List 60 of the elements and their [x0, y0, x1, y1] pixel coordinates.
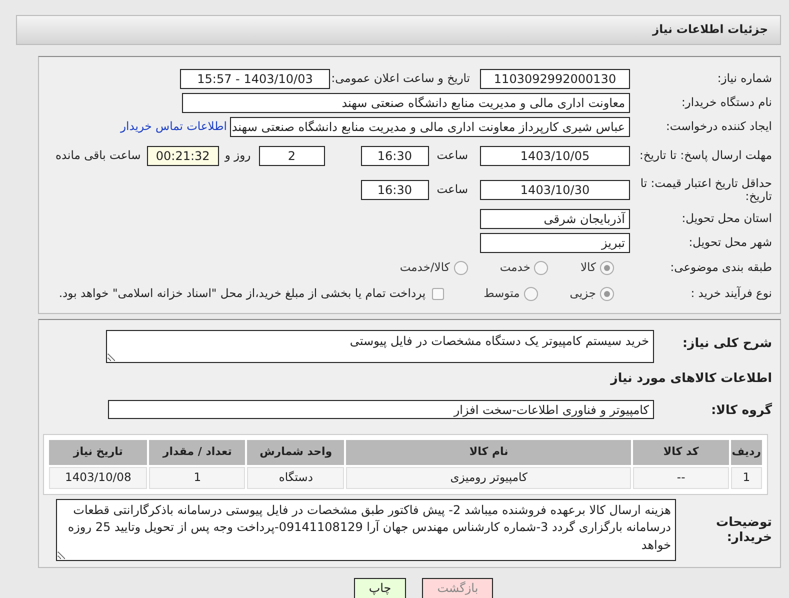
field-label: استان محل تحویل: — [680, 212, 772, 226]
field-label: نوع فرآیند خرید : — [690, 287, 772, 301]
field-label: طبقه بندی موضوعی: — [669, 261, 772, 275]
text-area[interactable]: خرید سیستم کامپیوتر یک دستگاه مشخصات در فایل پیوستی — [106, 330, 654, 363]
field-label: شرح کلی نیاز: — [682, 334, 772, 350]
table-cell: -- — [633, 466, 729, 489]
input-field: آذربایجان شرقی — [480, 209, 630, 229]
column-header: تاریخ نیاز — [49, 440, 148, 465]
field-label: حداقل تاریخ اعتبار قیمت: تا تاریخ: — [639, 176, 772, 204]
checkbox-label: پرداخت تمام یا بخشی از مبلغ خرید،از محل "اسناد خزانه اسلامی" خواهد بود. — [58, 285, 426, 302]
input-field: معاونت اداری مالی و مدیریت منابع دانشگاه صنعتی سهند — [182, 93, 630, 113]
table-cell: دستگاه — [247, 466, 344, 489]
field-label: نام دستگاه خریدار: — [680, 96, 772, 110]
column-header: کد کالا — [633, 440, 729, 465]
input-field: 1403/10/05 — [480, 146, 630, 166]
field-label: گروه کالا: — [710, 402, 772, 417]
table-cell: 1403/10/08 — [49, 466, 148, 489]
input-field: 16:30 — [360, 180, 429, 200]
input-field: تبریز — [480, 233, 630, 253]
checkbox[interactable] — [432, 288, 444, 300]
field-label: ساعت — [436, 147, 468, 164]
text-area[interactable]: هزینه ارسال کالا برعهده فروشنده میباشد 2- پیش فاکتور طبق مشخصات در فایل پیوستی درسامانه باذکرگارانتی قطعات درسامانه بارگزاری گردد 3-شماره کارشناس مهندس جهان آرا 09141108129-پرداخت وجه پس از تحویل وتایید 25 روزه خواهد — [56, 498, 676, 561]
input-field: عباس شیری کارپرداز معاونت اداری مالی و مدیریت منابع دانشگاه صنعتی سهند — [230, 117, 630, 137]
field-label: ساعت — [436, 181, 468, 198]
field-label: توضیحات خریدار: — [715, 515, 772, 544]
section-title: اطلاعات کالاهای مورد نیاز — [609, 369, 772, 387]
radio-label: جزیی — [570, 285, 596, 302]
input-field: 1403/10/30 — [480, 180, 630, 200]
print-button[interactable]: چاپ — [354, 578, 406, 598]
page-header: جزئیات اطلاعات نیاز — [16, 15, 781, 45]
field-label: روز و — [224, 147, 251, 164]
radio-label: کالا — [580, 259, 596, 276]
table-cell: کامپیوتر رومیزی — [346, 466, 632, 489]
input-field: 16:30 — [360, 146, 429, 166]
field-label: مهلت ارسال پاسخ: تا تاریخ: — [638, 149, 772, 163]
field-label: شماره نیاز: — [716, 72, 772, 86]
field-label: ساعت باقی مانده — [56, 147, 141, 164]
column-header: واحد شمارش — [247, 440, 344, 465]
table-cell: 1 — [149, 466, 246, 489]
radio-label: کالا/خدمت — [400, 259, 450, 276]
input-field: 2 — [258, 146, 325, 166]
field-label: تاریخ و ساعت اعلان عمومی: — [330, 70, 470, 88]
field-label: شهر محل تحویل: — [688, 236, 772, 250]
column-header: ردیف — [730, 440, 762, 465]
input-field: 00:21:32 — [146, 146, 219, 166]
field-label: ایجاد کننده درخواست: — [665, 120, 772, 134]
radio-button[interactable] — [600, 261, 614, 275]
radio-label: متوسط — [484, 285, 520, 302]
column-header: تعداد / مقدار — [149, 440, 246, 465]
input-field: کامپیوتر و فناوری اطلاعات-سخت افزار — [108, 400, 654, 420]
table-cell: 1 — [730, 466, 762, 489]
radio-button[interactable] — [454, 261, 468, 275]
input-field: 1103092992000130 — [480, 69, 630, 89]
radio-button[interactable] — [600, 287, 614, 301]
input-field: 1403/10/03 - 15:57 — [180, 69, 330, 89]
radio-button[interactable] — [534, 261, 548, 275]
radio-button[interactable] — [524, 287, 538, 301]
radio-label: خدمت — [500, 259, 530, 276]
column-header: نام کالا — [346, 440, 632, 465]
contact-link[interactable]: اطلاعات تماس خریدار — [120, 118, 227, 136]
